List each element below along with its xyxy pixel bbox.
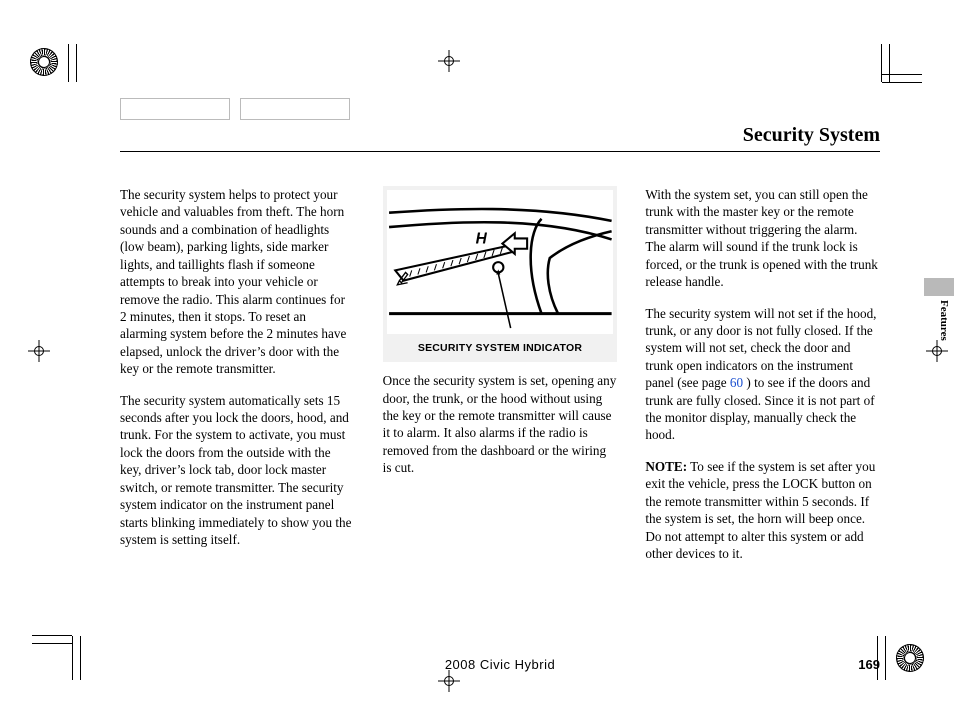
content-area: Security System The security system help… [120, 124, 880, 646]
note-label: NOTE: [645, 459, 687, 474]
body-paragraph: Once the security system is set, opening… [383, 372, 618, 477]
footer: 2008 Civic Hybrid 169 [120, 657, 880, 672]
placeholder-box [240, 98, 350, 120]
body-paragraph: The security system helps to protect you… [120, 186, 355, 378]
text-run: Do not attempt to alter this system or a… [645, 529, 863, 561]
registration-sunburst-bottom-right [896, 644, 924, 672]
crop-mark [76, 44, 77, 82]
instrument-panel-diagram: H [387, 190, 614, 334]
body-columns: The security system helps to protect you… [120, 186, 880, 576]
crop-mark [881, 44, 882, 82]
column-right: With the system set, you can still open … [645, 186, 880, 576]
crop-mark [68, 44, 69, 82]
body-paragraph: The security system will not set if the … [645, 305, 880, 444]
crop-mark [882, 74, 922, 75]
header-rule [120, 151, 880, 152]
header-row: Security System [120, 124, 880, 147]
page-reference-link[interactable]: 60 [730, 375, 743, 390]
column-left: The security system helps to protect you… [120, 186, 355, 576]
crop-mark [72, 636, 73, 680]
crop-mark [885, 636, 886, 680]
section-tab-marker [924, 278, 954, 296]
crop-mark [32, 643, 72, 644]
placeholder-box [120, 98, 230, 120]
crop-mark [889, 44, 890, 82]
column-middle: H SECURITY SYSTEM INDICATOR [383, 186, 618, 576]
body-paragraph: The security system automatically sets 1… [120, 392, 355, 549]
diagram-frame: H SECURITY SYSTEM INDICATOR [383, 186, 618, 362]
crop-mark [80, 636, 81, 680]
gauge-h-label: H [475, 231, 487, 248]
page-title: Security System [743, 124, 880, 147]
body-paragraph: With the system set, you can still open … [645, 186, 880, 291]
crop-mark [32, 635, 72, 636]
registration-sunburst-top-left [30, 48, 58, 76]
footer-model: 2008 Civic Hybrid [445, 657, 555, 672]
header-placeholder-boxes [120, 98, 350, 120]
crop-mark [882, 82, 922, 83]
body-paragraph: NOTE: To see if the system is set after … [645, 458, 880, 563]
footer-page-number: 169 [858, 657, 880, 672]
page: Features Security System The security sy… [0, 0, 954, 710]
diagram-caption: SECURITY SYSTEM INDICATOR [387, 334, 614, 362]
section-tab-label: Features [930, 300, 950, 341]
